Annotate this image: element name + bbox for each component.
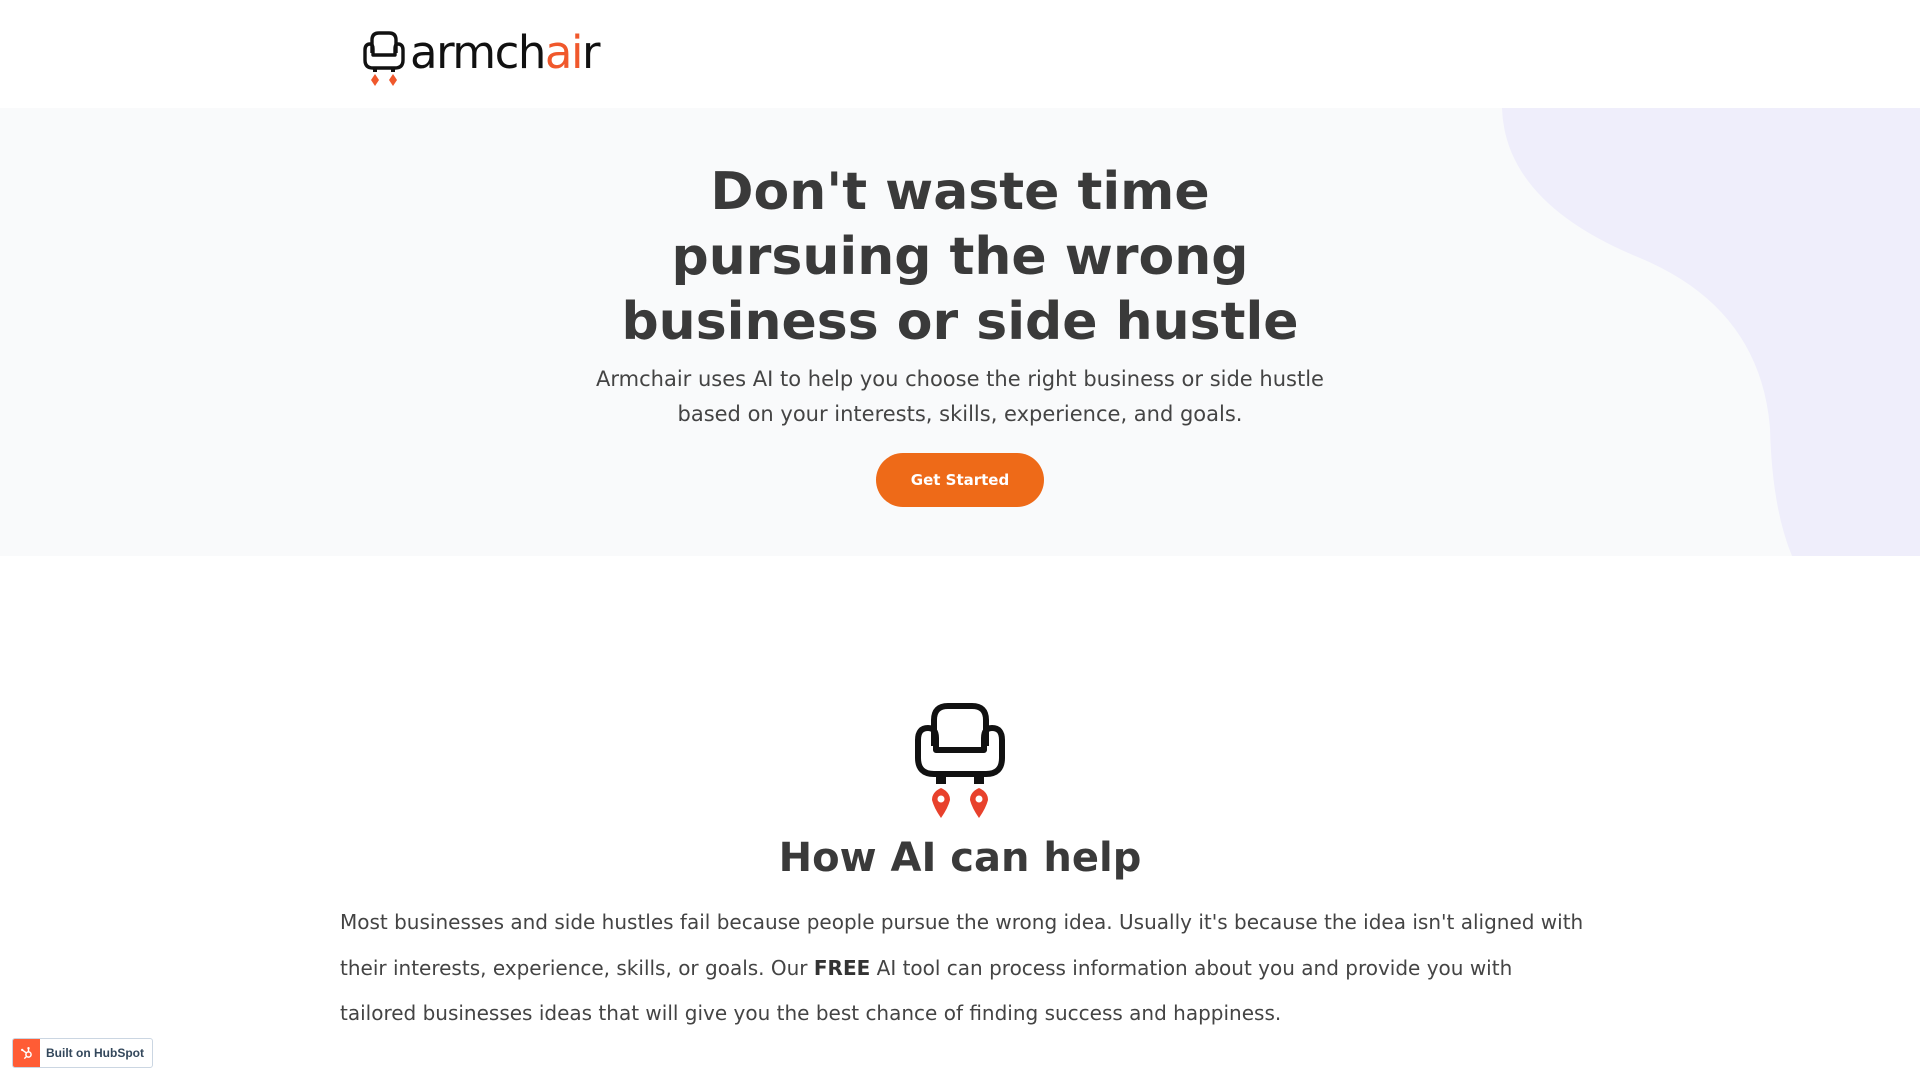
site-header: armchair	[0, 0, 1920, 108]
brand-name-part3: r	[581, 26, 601, 79]
get-started-button[interactable]: Get Started	[876, 453, 1044, 507]
hero-subtitle-line: Armchair uses AI to help you choose the …	[596, 367, 1324, 391]
hero-subtitle: Armchair uses AI to help you choose the …	[560, 362, 1360, 432]
hero-title-line: business or side hustle	[621, 292, 1299, 352]
brand-name-ai: ai	[544, 26, 584, 79]
armchair-rocket-icon	[915, 703, 1005, 818]
brand-name-part1: armch	[410, 26, 546, 79]
hero-subtitle-line: based on your interests, skills, experie…	[677, 402, 1243, 426]
hubspot-badge-label: Built on HubSpot	[46, 1046, 144, 1060]
built-on-hubspot-badge[interactable]: Built on HubSpot	[12, 1038, 153, 1068]
hero-section: Don't waste time pursuing the wrong busi…	[0, 108, 1920, 556]
brand-logo[interactable]: armchair	[362, 28, 600, 88]
section-body: Most businesses and side hustles fail be…	[340, 900, 1590, 1037]
section-title: How AI can help	[778, 835, 1142, 881]
hubspot-sprocket-icon	[13, 1039, 40, 1067]
hero-title-line: Don't waste time	[710, 162, 1210, 222]
hero-title-line: pursuing the wrong	[671, 227, 1249, 287]
brand-wordmark: armchair	[410, 30, 600, 75]
armchair-rocket-icon	[363, 31, 405, 86]
body-text-free: FREE	[813, 955, 871, 980]
hero-title: Don't waste time pursuing the wrong busi…	[560, 160, 1360, 355]
